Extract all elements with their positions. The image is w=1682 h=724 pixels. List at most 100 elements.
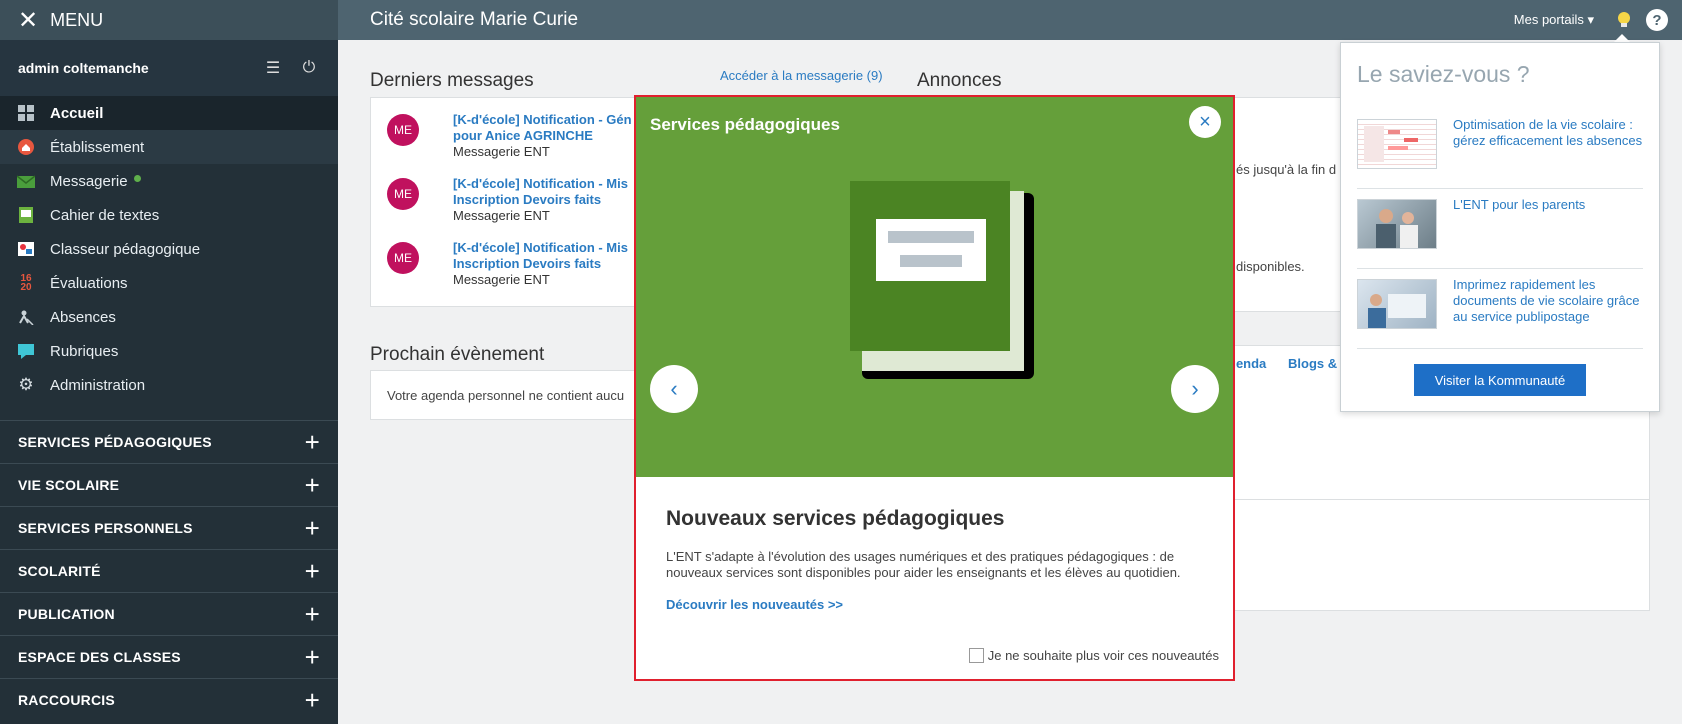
- avatar: ME: [387, 242, 419, 274]
- sidebar-item-label: Évaluations: [50, 274, 128, 292]
- section-vie-scolaire[interactable]: VIE SCOLAIRE +: [0, 463, 338, 506]
- dont-show-again-row[interactable]: Je ne souhaite plus voir ces nouveautés: [968, 648, 1219, 663]
- sidebar-sections: SERVICES PÉDAGOGIQUES + VIE SCOLAIRE + SER…: [0, 420, 338, 721]
- sidebar-item-label: Administration: [50, 376, 146, 394]
- close-menu-icon: ✕: [18, 6, 39, 34]
- sidebar-item-label: Absences: [50, 308, 116, 326]
- visit-kommunaute-button[interactable]: Visiter la Kommunauté: [1414, 364, 1586, 396]
- section-label: SCOLARITÉ: [18, 563, 101, 579]
- message-subject: [K-d'école] Notification - Mis Inscriptio…: [453, 240, 653, 272]
- message-item[interactable]: ME [K-d'école] Notification - Mis Inscrip…: [387, 240, 647, 296]
- modal-heading: Nouveaux services pédagogiques: [666, 507, 1005, 530]
- section-raccourcis[interactable]: RACCOURCIS +: [0, 678, 338, 721]
- popover-item-text: Imprimez rapidement les documents de vie…: [1453, 277, 1640, 324]
- sidebar: ✕ MENU admin coltemanche ☰ ⏻ Accueil Éta…: [0, 0, 338, 724]
- section-label: RACCOURCIS: [18, 692, 115, 708]
- saviez-vous-popover: Le saviez-vous ? Optimisation de la vie …: [1340, 42, 1660, 412]
- sidebar-item-messagerie[interactable]: Messagerie: [0, 164, 338, 198]
- menu-toggle[interactable]: ✕ MENU: [0, 0, 338, 40]
- message-item[interactable]: ME [K-d'école] Notification - Mis Inscrip…: [387, 176, 647, 232]
- binder-icon: [17, 241, 35, 257]
- sidebar-item-cahier-de-textes[interactable]: Cahier de textes: [0, 198, 338, 232]
- sidebar-item-classeur-pedagogique[interactable]: Classeur pédagogique: [0, 232, 338, 266]
- popover-caret: [1614, 34, 1630, 42]
- popover-item-text: L'ENT pour les parents: [1453, 197, 1586, 212]
- events-card: Votre agenda personnel ne contient aucu: [370, 370, 660, 420]
- expand-icon: +: [304, 685, 320, 715]
- popover-item[interactable]: L'ENT pour les parents: [1357, 189, 1643, 269]
- avatar: ME: [387, 114, 419, 146]
- section-label: SERVICES PERSONNELS: [18, 520, 193, 536]
- popover-item[interactable]: Optimisation de la vie scolaire : gérez …: [1357, 109, 1643, 189]
- thumbnail-parents-photo: [1357, 199, 1437, 249]
- chat-icon: [17, 343, 35, 359]
- expand-icon: +: [304, 513, 320, 543]
- message-subject-line2: Inscription Devoirs faits: [453, 256, 602, 271]
- avatar: ME: [387, 178, 419, 210]
- sidebar-item-evaluations[interactable]: 16 20 Évaluations: [0, 266, 338, 300]
- section-publication[interactable]: PUBLICATION +: [0, 592, 338, 635]
- grade-icon: 16 20: [20, 273, 32, 293]
- popover-title: Le saviez-vous ?: [1357, 61, 1530, 87]
- section-label: PUBLICATION: [18, 606, 115, 622]
- sidebar-item-administration[interactable]: ⚙ Administration: [0, 368, 338, 402]
- message-sender: Messagerie ENT: [453, 144, 550, 159]
- section-scolarite[interactable]: SCOLARITÉ +: [0, 549, 338, 592]
- message-sender: Messagerie ENT: [453, 272, 550, 287]
- message-subject-line2: pour Anice AGRINCHE: [453, 128, 593, 143]
- annonce-snippet: és jusqu'à la fin d: [1236, 162, 1337, 177]
- thumbnail-printing-photo: [1357, 279, 1437, 329]
- expand-icon: +: [304, 470, 320, 500]
- section-services-pedagogiques[interactable]: SERVICES PÉDAGOGIQUES +: [0, 420, 338, 463]
- user-row: admin coltemanche ☰ ⏻: [0, 40, 338, 96]
- lightbulb-icon[interactable]: [1614, 10, 1634, 30]
- modal-description: L'ENT s'adapte à l'évolution des usages …: [666, 549, 1181, 580]
- popover-item-text: Optimisation de la vie scolaire : gérez …: [1453, 117, 1643, 148]
- expand-icon: +: [304, 599, 320, 629]
- tab-blogs[interactable]: Blogs &: [1288, 356, 1337, 371]
- message-sender: Messagerie ENT: [453, 208, 550, 223]
- power-icon[interactable]: ⏻: [298, 57, 320, 79]
- next-slide-button[interactable]: ›: [1171, 365, 1219, 413]
- section-label: VIE SCOLAIRE: [18, 477, 120, 493]
- modal-banner: Services pédagogiques × ‹ ›: [636, 97, 1233, 477]
- popover-item[interactable]: Imprimez rapidement les documents de vie…: [1357, 269, 1643, 349]
- portails-dropdown[interactable]: Mes portails ▾: [1514, 12, 1594, 28]
- divider: [1180, 499, 1650, 500]
- section-espace-des-classes[interactable]: ESPACE DES CLASSES +: [0, 635, 338, 678]
- envelope-icon: [17, 173, 35, 189]
- school-icon: [17, 139, 35, 155]
- expand-icon: +: [304, 556, 320, 586]
- dont-show-again-checkbox[interactable]: [968, 648, 984, 663]
- sidebar-item-label: Accueil: [50, 104, 104, 122]
- dont-show-again-label: Je ne souhaite plus voir ces nouveautés: [987, 648, 1219, 663]
- section-services-personnels[interactable]: SERVICES PERSONNELS +: [0, 506, 338, 549]
- modal-title: Services pédagogiques: [650, 115, 840, 134]
- message-subject: [K-d'école] Notification - Gén pour Anice…: [453, 112, 653, 144]
- gear-icon: ⚙: [18, 375, 34, 394]
- previous-slide-button[interactable]: ‹: [650, 365, 698, 413]
- help-icon[interactable]: ?: [1646, 9, 1668, 31]
- sidebar-item-label: Rubriques: [50, 342, 119, 360]
- sidebar-item-label: Cahier de textes: [50, 206, 160, 224]
- message-subject: [K-d'école] Notification - Mis Inscriptio…: [453, 176, 653, 208]
- menu-label: MENU: [50, 9, 104, 30]
- annonce-snippet: disponibles.: [1236, 259, 1305, 274]
- sidebar-item-accueil[interactable]: Accueil: [0, 96, 338, 130]
- section-label: SERVICES PÉDAGOGIQUES: [18, 434, 212, 450]
- discover-link[interactable]: Découvrir les nouveautés >>: [666, 597, 1203, 612]
- messages-card: ME [K-d'école] Notification - Gén pour An…: [370, 97, 660, 307]
- thumbnail-spreadsheet: [1357, 119, 1437, 169]
- close-icon[interactable]: ×: [1189, 106, 1221, 138]
- top-bar: Cité scolaire Marie Curie Mes portails ▾…: [338, 0, 1682, 40]
- user-name: admin coltemanche: [18, 60, 149, 76]
- expand-icon: +: [304, 642, 320, 672]
- grid-icon: [17, 105, 35, 121]
- sidebar-item-absences[interactable]: Absences: [0, 300, 338, 334]
- messagerie-link[interactable]: Accéder à la messagerie (9): [720, 68, 883, 83]
- sidebar-item-etablissement[interactable]: Établissement: [0, 130, 338, 164]
- sidebar-item-rubriques[interactable]: Rubriques: [0, 334, 338, 368]
- settings-sliders-icon[interactable]: ☰: [262, 57, 284, 79]
- notebook-icon: [17, 207, 35, 223]
- message-item[interactable]: ME [K-d'école] Notification - Gén pour An…: [387, 112, 647, 168]
